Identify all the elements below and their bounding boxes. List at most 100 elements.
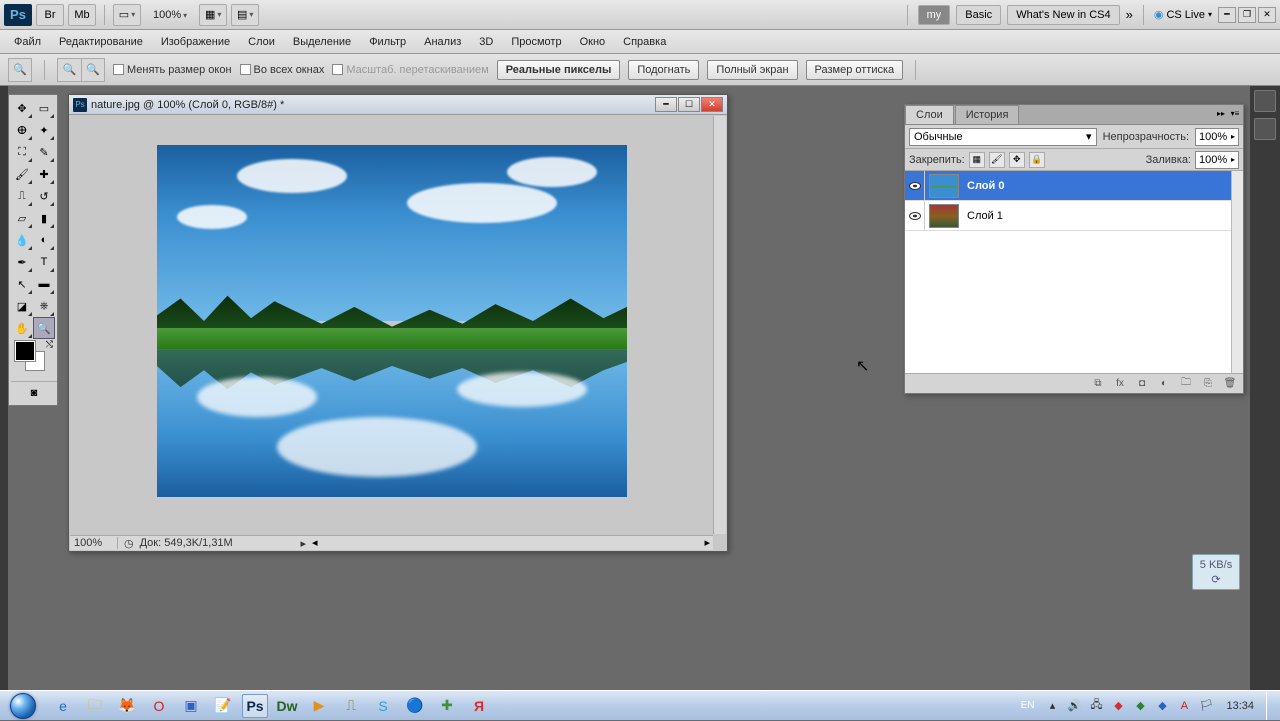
screen-mode-button[interactable]: ▭ <box>113 4 141 26</box>
layer-name[interactable]: Слой 0 <box>963 180 1008 192</box>
print-size-button[interactable]: Размер оттиска <box>806 60 904 80</box>
menu-edit[interactable]: Редактирование <box>51 33 151 51</box>
tray-app3-icon[interactable]: ◆ <box>1154 698 1170 714</box>
3d-tool[interactable]: ◪ <box>11 295 33 317</box>
taskbar-firefox-icon[interactable]: 🦊 <box>114 694 140 718</box>
taskbar-skype-icon[interactable]: S <box>370 694 396 718</box>
language-indicator[interactable]: EN <box>1017 698 1039 713</box>
layer-thumbnail[interactable] <box>929 204 959 228</box>
opacity-input[interactable]: 100%▸ <box>1195 128 1239 146</box>
workspace-more-icon[interactable]: » <box>1126 7 1133 22</box>
all-windows-checkbox[interactable]: Во всех окнах <box>240 64 325 76</box>
menu-select[interactable]: Выделение <box>285 33 359 51</box>
foreground-color[interactable] <box>15 341 35 361</box>
left-dock-strip[interactable] <box>0 86 8 690</box>
doc-close-button[interactable]: ✕ <box>701 97 723 112</box>
tray-app1-icon[interactable]: ◆ <box>1110 698 1126 714</box>
layer-list-scrollbar[interactable] <box>1231 171 1243 373</box>
workspace-my[interactable]: my <box>918 5 951 25</box>
doc-minimize-button[interactable]: ━ <box>655 97 677 112</box>
crop-tool[interactable]: ⛶ <box>11 141 33 163</box>
visibility-toggle[interactable] <box>905 201 925 230</box>
healing-tool[interactable]: ✚ <box>33 163 55 185</box>
taskbar-yandex-icon[interactable]: Я <box>466 694 492 718</box>
menu-layer[interactable]: Слои <box>240 33 283 51</box>
arrange-docs-button[interactable]: ▦ <box>199 4 227 26</box>
path-select-tool[interactable]: ↖ <box>11 273 33 295</box>
taskbar-explorer-icon[interactable]: 🗀 <box>82 694 108 718</box>
document-canvas-area[interactable] <box>69 115 727 535</box>
taskbar-notes-icon[interactable]: 📝 <box>210 694 236 718</box>
bridge-button[interactable]: Br <box>36 4 64 26</box>
tray-app2-icon[interactable]: ◆ <box>1132 698 1148 714</box>
layer-item[interactable]: Слой 1 <box>905 201 1243 231</box>
menu-analysis[interactable]: Анализ <box>416 33 469 51</box>
tray-network-icon[interactable]: 🖧 <box>1088 698 1104 714</box>
eyedropper-tool[interactable]: ✎ <box>33 141 55 163</box>
extras-button[interactable]: ▤ <box>231 4 259 26</box>
visibility-toggle[interactable] <box>905 171 925 200</box>
swap-colors-icon[interactable]: ⤭ <box>46 339 53 350</box>
quick-mask-button[interactable]: ◙ <box>11 381 57 403</box>
menu-window[interactable]: Окно <box>572 33 614 51</box>
zoom-level[interactable]: 100% <box>145 9 195 21</box>
taskbar-ie-icon[interactable]: e <box>50 694 76 718</box>
type-tool[interactable]: T <box>33 251 55 273</box>
taskbar-photoshop-icon[interactable]: Ps <box>242 694 268 718</box>
panel-collapse-icon[interactable]: ▸▸ <box>1215 107 1227 119</box>
start-button[interactable] <box>0 691 42 721</box>
menu-filter[interactable]: Фильтр <box>361 33 414 51</box>
menu-image[interactable]: Изображение <box>153 33 238 51</box>
status-zoom[interactable]: 100% <box>74 537 118 549</box>
new-group-icon[interactable]: 🗀 <box>1177 376 1195 392</box>
menu-view[interactable]: Просмотр <box>503 33 569 51</box>
layer-mask-icon[interactable]: ◘ <box>1133 376 1151 392</box>
current-tool-icon[interactable]: 🔍 <box>8 58 32 82</box>
adjustment-layer-icon[interactable]: ◐ <box>1155 376 1173 392</box>
tab-history[interactable]: История <box>955 105 1020 124</box>
lasso-tool[interactable]: ⴲ <box>11 119 33 141</box>
eraser-tool[interactable]: ▱ <box>11 207 33 229</box>
zoom-tool[interactable]: 🔍 <box>33 317 55 339</box>
tab-layers[interactable]: Слои <box>905 105 954 124</box>
delete-layer-icon[interactable]: 🗑 <box>1221 376 1239 392</box>
hand-tool[interactable]: ✋ <box>11 317 33 339</box>
blend-mode-select[interactable]: Обычные ▾ <box>909 128 1097 146</box>
tray-up-icon[interactable]: ▴ <box>1044 698 1060 714</box>
link-layers-icon[interactable]: ⧉ <box>1089 376 1107 392</box>
layer-thumbnail[interactable] <box>929 174 959 198</box>
doc-horizontal-scrollbar[interactable]: ◂▸ <box>309 535 713 550</box>
new-layer-icon[interactable]: ⎘ <box>1199 376 1217 392</box>
zoom-in-icon[interactable]: 🔍 <box>57 58 81 82</box>
show-desktop-button[interactable] <box>1266 692 1274 720</box>
dock-icon-2[interactable] <box>1254 118 1276 140</box>
menu-3d[interactable]: 3D <box>471 33 501 51</box>
status-info-icon[interactable]: ◷ <box>124 537 134 550</box>
fill-input[interactable]: 100%▸ <box>1195 151 1239 169</box>
brush-tool[interactable]: 🖌 <box>11 163 33 185</box>
3d-camera-tool[interactable]: ⎈ <box>33 295 55 317</box>
tray-flag-icon[interactable]: 🏳 <box>1198 698 1214 714</box>
gradient-tool[interactable]: ▮ <box>33 207 55 229</box>
fit-screen-button[interactable]: Подогнать <box>628 60 699 80</box>
actual-pixels-button[interactable]: Реальные пикселы <box>497 60 621 80</box>
full-screen-button[interactable]: Полный экран <box>707 60 797 80</box>
workspace-whatsnew[interactable]: What's New in CS4 <box>1007 5 1119 25</box>
dodge-tool[interactable]: ◐ <box>33 229 55 251</box>
shape-tool[interactable]: ▬ <box>33 273 55 295</box>
taskbar-app1-icon[interactable]: ▣ <box>178 694 204 718</box>
document-canvas[interactable] <box>157 145 627 497</box>
app-minimize-button[interactable]: ━ <box>1218 7 1236 23</box>
marquee-tool[interactable]: ▭ <box>33 97 55 119</box>
doc-vertical-scrollbar[interactable] <box>713 116 726 534</box>
cslive-button[interactable]: ◉ CS Live ▾ <box>1154 8 1212 21</box>
dock-icon-1[interactable] <box>1254 90 1276 112</box>
lock-all-icon[interactable]: 🔒 <box>1029 152 1045 168</box>
layer-item[interactable]: Слой 0 <box>905 171 1243 201</box>
app-close-button[interactable]: ✕ <box>1258 7 1276 23</box>
move-tool[interactable]: ✥ <box>11 97 33 119</box>
zoom-out-icon[interactable]: 🔍 <box>81 58 105 82</box>
minibridge-button[interactable]: Mb <box>68 4 96 26</box>
status-menu-icon[interactable] <box>300 537 306 550</box>
clone-tool[interactable]: ⎍ <box>11 185 33 207</box>
